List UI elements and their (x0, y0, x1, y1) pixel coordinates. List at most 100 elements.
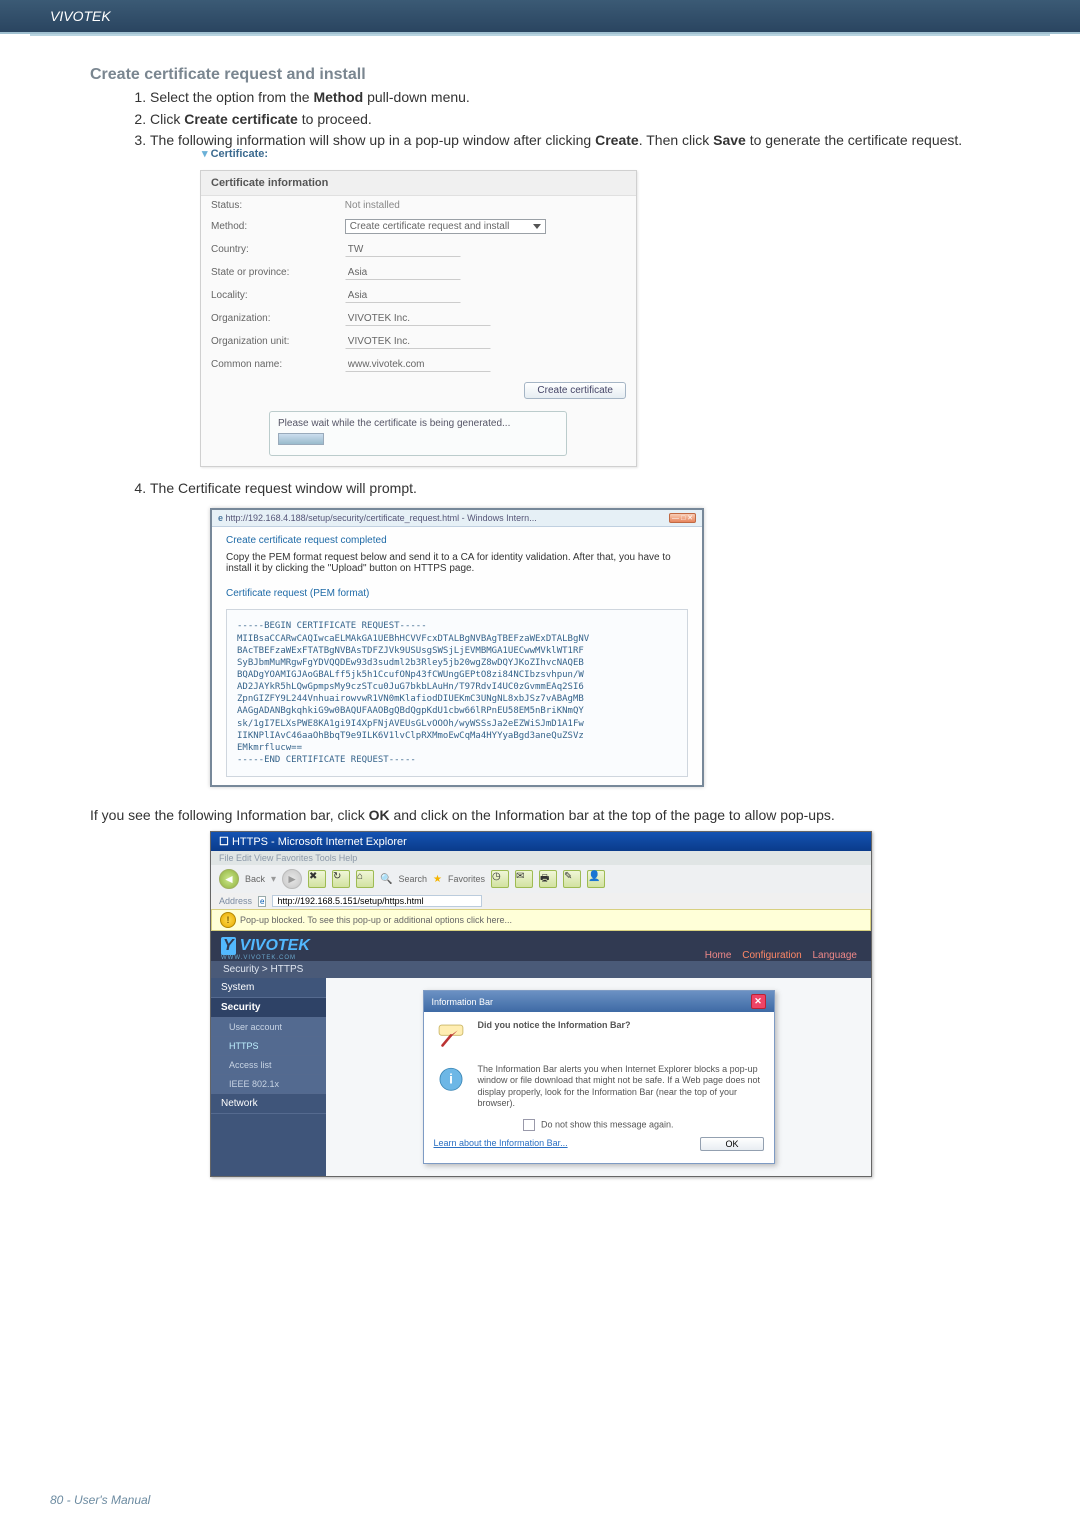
create-certificate-button[interactable]: Create certificate (524, 382, 626, 399)
step2-bold: Create certificate (184, 111, 298, 127)
info-bubble-icon: i (434, 1064, 468, 1098)
sidebar-item-network[interactable]: Network (211, 1094, 326, 1114)
search-label[interactable]: Search (399, 874, 428, 884)
status-value: Not installed (335, 196, 636, 215)
state-label: State or province: (201, 261, 335, 284)
prompt-desc: Copy the PEM format request below and se… (226, 552, 688, 574)
window-buttons[interactable]: — □ ✕ (669, 513, 696, 523)
dialog-body: The Information Bar alerts you when Inte… (478, 1064, 764, 1109)
sidebar-item-user[interactable]: User account (211, 1018, 326, 1037)
ie-information-bar[interactable]: ! Pop-up blocked. To see this pop-up or … (211, 909, 871, 931)
ie-window: ☐ HTTPS - Microsoft Internet Explorer Fi… (210, 831, 872, 1177)
page-footer: 80 - User's Manual (50, 1493, 150, 1507)
method-select[interactable]: Create certificate request and install (345, 219, 547, 234)
cert-legend: Certificate information (201, 171, 636, 196)
info-paragraph: If you see the following Information bar… (90, 807, 990, 823)
instruction-list: Select the option from the Method pull-d… (110, 88, 990, 151)
locality-label: Locality: (201, 284, 335, 307)
generating-msg-box: Please wait while the certificate is bei… (269, 411, 567, 456)
ok-button[interactable]: OK (700, 1137, 763, 1151)
step1-bold: Method (313, 89, 363, 105)
dont-show-label: Do not show this message again. (541, 1119, 674, 1129)
prompt-title: Create certificate request completed (226, 535, 688, 546)
certificate-info-panel: Certificate information Status:Not insta… (200, 170, 637, 467)
cert-request-window: e http://192.168.4.188/setup/security/ce… (210, 508, 704, 787)
vivotek-logo: VIVOTEK (240, 937, 310, 955)
svg-text:i: i (449, 1072, 453, 1087)
back-icon[interactable]: ◄ (219, 869, 239, 889)
history-icon[interactable]: ◷ (491, 870, 509, 888)
method-label: Method: (201, 215, 335, 238)
locality-field[interactable] (345, 288, 461, 303)
learn-link[interactable]: Learn about the Information Bar... (434, 1138, 568, 1149)
cn-field[interactable] (345, 357, 491, 372)
favorites-icon[interactable]: ★ (433, 874, 442, 885)
home-link[interactable]: Home (705, 950, 732, 961)
sidebar-item-system[interactable]: System (211, 978, 326, 998)
step3-bold1: Create (595, 132, 639, 148)
info-arrow-icon (434, 1020, 468, 1054)
step-4: The Certificate request window will prom… (150, 479, 990, 499)
vivotek-header: YVIVOTEK WWW.VIVOTEK.COM Home Configurat… (211, 931, 871, 961)
refresh-icon[interactable]: ↻ (332, 870, 350, 888)
ie-titlebar: ☐ HTTPS - Microsoft Internet Explorer (211, 832, 871, 851)
generating-msg: Please wait while the certificate is bei… (278, 418, 510, 429)
section-title: Create certificate request and install (90, 66, 990, 84)
back-label[interactable]: Back (245, 874, 265, 884)
stop-icon[interactable]: ✖ (308, 870, 326, 888)
step-3: The following information will show up i… (150, 131, 990, 151)
instruction-list-2: The Certificate request window will prom… (110, 479, 990, 499)
ie-menu[interactable]: File Edit View Favorites Tools Help (211, 851, 871, 865)
lang-link[interactable]: Language (813, 950, 858, 961)
step-1: Select the option from the Method pull-d… (150, 88, 990, 108)
ie-page-icon: e (258, 896, 266, 907)
orgunit-label: Organization unit: (201, 330, 335, 353)
forward-icon[interactable]: ► (282, 869, 302, 889)
progress-bar (278, 433, 324, 445)
state-field[interactable] (345, 265, 461, 280)
breadcrumb: Security > HTTPS (211, 961, 871, 978)
dialog-title: Information Bar (432, 997, 494, 1007)
ie-toolbar: ◄ Back ▾ ► ✖ ↻ ⌂ 🔍Search ★Favorites ◷ ✉ … (211, 865, 871, 893)
sidebar-item-ieee[interactable]: IEEE 802.1x (211, 1075, 326, 1094)
method-value: Create certificate request and install (350, 221, 510, 232)
step-2: Click Create certificate to proceed. (150, 110, 990, 130)
edit-icon[interactable]: ✎ (563, 870, 581, 888)
search-icon[interactable]: 🔍 (380, 874, 392, 885)
country-label: Country: (201, 238, 335, 261)
information-bar-dialog: Information Bar ✕ Did you notice the Inf… (423, 990, 775, 1164)
step3-bold2: Save (713, 132, 746, 148)
close-icon[interactable]: ✕ (751, 994, 766, 1009)
config-link[interactable]: Configuration (742, 950, 801, 961)
pem-content[interactable]: -----BEGIN CERTIFICATE REQUEST-----MIIBs… (226, 609, 688, 777)
chevron-down-icon (533, 224, 541, 229)
sidebar-item-https[interactable]: HTTPS (211, 1037, 326, 1056)
sidebar: System Security User account HTTPS Acces… (211, 978, 326, 1176)
warning-icon: ! (220, 912, 236, 928)
info-t1: If you see the following Information bar… (90, 807, 369, 823)
dont-show-checkbox[interactable] (523, 1119, 535, 1131)
cn-label: Common name: (201, 353, 335, 376)
dialog-question: Did you notice the Information Bar? (478, 1020, 631, 1054)
info-t2: and click on the Information bar at the … (390, 807, 835, 823)
fav-label[interactable]: Favorites (448, 874, 485, 884)
sidebar-item-security[interactable]: Security (211, 998, 326, 1018)
header-brand: VIVOTEK (0, 0, 1080, 34)
prompt-url: http://192.168.4.188/setup/security/cert… (226, 513, 537, 523)
mail-icon[interactable]: ✉ (515, 870, 533, 888)
orgunit-field[interactable] (345, 334, 491, 349)
print-icon[interactable]: 🖶 (539, 870, 557, 888)
org-field[interactable] (345, 311, 491, 326)
cert-dropdown-label[interactable]: Certificate: (211, 148, 268, 160)
address-field[interactable] (272, 895, 482, 907)
pem-label: Certificate request (PEM format) (226, 588, 688, 599)
home-icon[interactable]: ⌂ (356, 870, 374, 888)
info-ok-bold: OK (369, 807, 390, 823)
status-label: Status: (201, 196, 335, 215)
country-field[interactable] (345, 242, 461, 257)
messenger-icon[interactable]: 👤 (587, 870, 605, 888)
org-label: Organization: (201, 307, 335, 330)
address-label: Address (219, 896, 252, 906)
vivotek-logo-sub: WWW.VIVOTEK.COM (221, 955, 310, 961)
sidebar-item-access[interactable]: Access list (211, 1056, 326, 1075)
